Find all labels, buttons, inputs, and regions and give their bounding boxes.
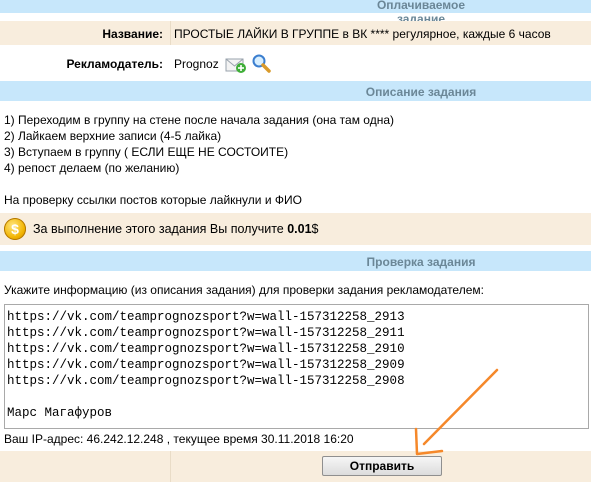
row-divider bbox=[170, 21, 171, 45]
submit-button[interactable]: Отправить bbox=[322, 456, 442, 476]
description-line: На проверку ссылки постов которые лайкну… bbox=[4, 193, 302, 207]
row-divider bbox=[170, 451, 171, 482]
task-name-value: ПРОСТЫЕ ЛАЙКИ В ГРУППЕ в ВК **** регуляр… bbox=[174, 27, 551, 41]
description-line: 1) Переходим в группу на стене после нач… bbox=[4, 113, 395, 127]
description-header-title: Описание задания bbox=[365, 85, 477, 99]
description-header: Описание задания bbox=[0, 81, 591, 101]
reward-info: За выполнение этого задания Вы получите … bbox=[33, 222, 319, 236]
submit-row bbox=[0, 451, 591, 482]
description-line: 4) репост делаем (по желанию) bbox=[4, 161, 180, 175]
check-header: Проверка задания bbox=[0, 251, 591, 271]
task-name-row: Название: ПРОСТЫЕ ЛАЙКИ В ГРУППЕ в ВК **… bbox=[0, 21, 591, 45]
coin-icon: $ bbox=[4, 218, 26, 240]
reward-amount: 0.01 bbox=[287, 222, 312, 236]
reward-currency: $ bbox=[311, 222, 319, 236]
advertiser-row: Рекламодатель: Prognoz bbox=[0, 48, 591, 78]
verification-textarea[interactable]: https://vk.com/teamprognozsport?w=wall-1… bbox=[4, 304, 589, 429]
magnifier-icon[interactable] bbox=[251, 53, 271, 73]
advertiser-name: Prognoz bbox=[174, 57, 219, 71]
reward-text: За выполнение этого задания Вы получите bbox=[33, 222, 288, 236]
check-instruction: Укажите информацию (из описания задания)… bbox=[4, 283, 484, 297]
description-line: 3) Вступаем в группу ( ЕСЛИ ЕЩЕ НЕ СОСТО… bbox=[4, 145, 289, 159]
ip-info: Ваш IP-адрес: 46.242.12.248 , текущее вр… bbox=[4, 432, 354, 446]
description-line bbox=[4, 176, 394, 192]
envelope-plus-icon[interactable] bbox=[225, 54, 247, 74]
check-header-title: Проверка задания bbox=[366, 255, 476, 269]
task-description: 1) Переходим в группу на стене после нач… bbox=[4, 112, 394, 208]
task-name-label: Название: bbox=[102, 27, 163, 41]
paid-task-header: Оплачиваемое задание bbox=[0, 0, 591, 26]
advertiser-label: Рекламодатель: bbox=[66, 57, 163, 71]
description-line: 2) Лайкаем верхние записи (4-5 лайка) bbox=[4, 129, 222, 143]
